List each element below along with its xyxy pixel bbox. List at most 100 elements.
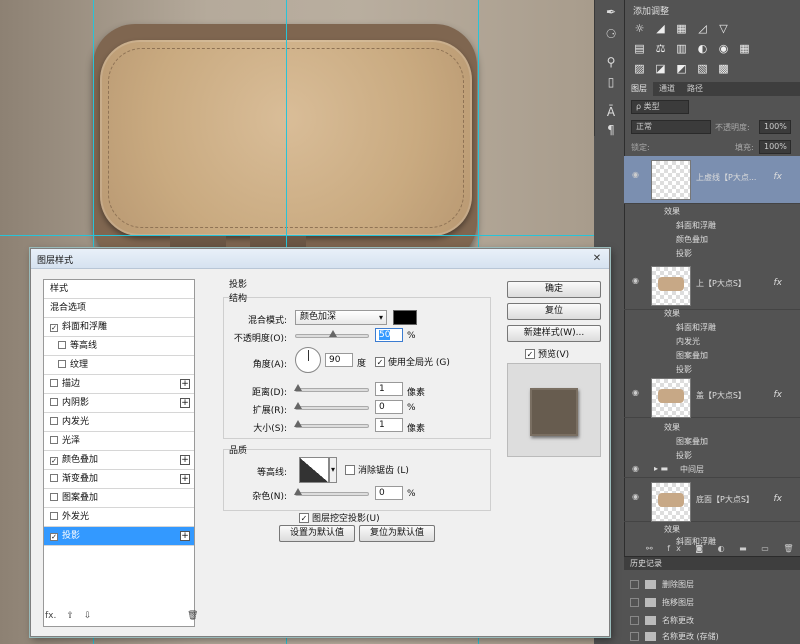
tab-paths[interactable]: 路径 — [681, 82, 709, 96]
new-style-button[interactable]: 新建样式(W)... — [507, 325, 601, 342]
style-checkbox[interactable] — [50, 436, 58, 444]
style-checkbox[interactable] — [58, 341, 66, 349]
vibrance-icon[interactable]: ▽ — [717, 22, 730, 35]
history-item[interactable]: 拖移图层 — [630, 597, 694, 608]
layer-name[interactable]: 上【P大点S】 — [696, 278, 746, 289]
layer-name[interactable]: 盖【P大点S】 — [696, 390, 746, 401]
style-checkbox[interactable] — [50, 493, 58, 501]
style-item[interactable]: 图案叠加 — [44, 489, 194, 508]
blend-mode-select[interactable]: 颜色加深 — [295, 310, 387, 325]
opacity-input[interactable]: 50 — [375, 328, 403, 342]
style-checkbox[interactable] — [50, 398, 58, 406]
channel-mixer-icon[interactable]: ◉ — [717, 42, 730, 55]
posterize-icon[interactable]: ◪ — [654, 62, 667, 75]
layer-row-top-dashed[interactable]: ◉ 上虚线【P大点... fx — [624, 156, 800, 204]
global-light-checkbox[interactable]: ✓ 使用全局光 (G) — [375, 355, 450, 368]
reset-button[interactable]: 复位 — [507, 303, 601, 320]
plus-icon[interactable]: + — [180, 398, 190, 408]
style-item[interactable]: 光泽 — [44, 432, 194, 451]
distance-input[interactable]: 1 — [375, 382, 403, 396]
layer-name[interactable]: 中间层 — [680, 464, 704, 475]
style-checkbox[interactable] — [50, 417, 58, 425]
preview-checkbox[interactable]: ✓ 预览(V) — [525, 347, 569, 360]
reset-default-button[interactable]: 复位为默认值 — [359, 525, 435, 542]
layer-effect[interactable]: 效果 — [664, 524, 680, 535]
opacity-slider-handle[interactable] — [329, 330, 337, 337]
blend-mode-select[interactable]: 正常 — [631, 120, 711, 134]
shadow-color-swatch[interactable] — [393, 310, 417, 325]
noise-input[interactable]: 0 — [375, 486, 403, 500]
threshold-icon[interactable]: ◩ — [675, 62, 688, 75]
selective-color-icon[interactable]: ▩ — [717, 62, 730, 75]
style-item[interactable]: 内阴影 + — [44, 394, 194, 413]
plus-icon[interactable]: + — [180, 379, 190, 389]
knockout-checkbox[interactable]: ✓ 图层挖空投影(U) — [299, 511, 380, 524]
style-item[interactable]: 渐变叠加 + — [44, 470, 194, 489]
noise-slider-handle[interactable] — [294, 488, 302, 495]
make-default-button[interactable]: 设置为默认值 — [279, 525, 355, 542]
eye-icon[interactable]: ◉ — [632, 492, 642, 501]
distance-slider-handle[interactable] — [294, 384, 302, 391]
layer-effect[interactable]: 图案叠加 — [676, 350, 708, 361]
move-down-icon[interactable]: ⇩ — [84, 611, 92, 621]
fx-icon[interactable]: fx — [774, 172, 783, 182]
history-title[interactable]: 历史记录 — [624, 557, 800, 570]
style-item[interactable]: 等高线 — [44, 337, 194, 356]
angle-input[interactable]: 90 — [325, 353, 353, 367]
opacity-input[interactable]: 100% — [759, 120, 791, 134]
tab-channels[interactable]: 通道 — [653, 82, 681, 96]
plus-icon[interactable]: + — [180, 474, 190, 484]
opacity-slider[interactable] — [295, 330, 369, 338]
paragraph-icon[interactable]: ¶ — [603, 122, 619, 138]
exposure-icon[interactable]: ◿ — [696, 22, 709, 35]
layer-effect[interactable]: 斜面和浮雕 — [676, 322, 716, 333]
ok-button[interactable]: 确定 — [507, 281, 601, 298]
noise-slider[interactable] — [294, 488, 369, 496]
fx-icon[interactable]: fx — [774, 390, 783, 400]
eye-icon[interactable]: ◉ — [632, 464, 642, 473]
layer-group-middle[interactable]: ◉ ▸ ▬ 中间层 — [624, 460, 800, 478]
chevron-down-icon[interactable]: ▾ — [329, 457, 337, 483]
history-item[interactable]: 名称更改 (存储) — [630, 631, 719, 642]
layer-effect[interactable]: 效果 — [664, 206, 680, 217]
hue-icon[interactable]: ▤ — [633, 42, 646, 55]
tab-layers[interactable]: 图层 — [625, 82, 653, 96]
layer-effect[interactable]: 斜面和浮雕 — [676, 220, 716, 231]
style-item[interactable]: ✓ 颜色叠加 + — [44, 451, 194, 470]
antialias-checkbox[interactable]: 消除锯齿 (L) — [345, 463, 409, 476]
angle-dial[interactable] — [295, 347, 321, 373]
photo-filter-icon[interactable]: ◐ — [696, 42, 709, 55]
fill-input[interactable]: 100% — [759, 140, 791, 154]
eye-icon[interactable]: ◉ — [632, 276, 642, 285]
history-item[interactable]: 名称更改 — [630, 615, 694, 626]
distance-slider[interactable] — [294, 384, 369, 392]
style-item[interactable]: 纹理 — [44, 356, 194, 375]
spread-slider-handle[interactable] — [294, 402, 302, 409]
contour-picker[interactable] — [299, 457, 329, 483]
layer-row-cover[interactable]: ◉ 盖【P大点S】 fx — [624, 374, 800, 418]
levels-icon[interactable]: ◢ — [654, 22, 667, 35]
style-item[interactable]: 外发光 — [44, 508, 194, 527]
style-checkbox[interactable] — [50, 512, 58, 520]
plus-icon[interactable]: + — [180, 531, 190, 541]
plus-icon[interactable]: + — [180, 455, 190, 465]
spread-slider[interactable] — [294, 402, 369, 410]
color-balance-icon[interactable]: ⚖ — [654, 42, 667, 55]
style-checkbox[interactable]: ✓ — [50, 457, 58, 465]
layer-effect[interactable]: 效果 — [664, 422, 680, 433]
shape-icon[interactable]: ▯ — [603, 74, 619, 90]
guide-horizontal[interactable] — [0, 235, 594, 236]
eye-icon[interactable]: ◉ — [632, 388, 642, 397]
layer-effect[interactable]: 效果 — [664, 308, 680, 319]
size-input[interactable]: 1 — [375, 418, 403, 432]
style-item[interactable]: ✓ 投影 + — [44, 527, 194, 546]
curves-icon[interactable]: ▦ — [675, 22, 688, 35]
style-item[interactable]: 样式 — [44, 280, 194, 299]
layer-effect[interactable]: 颜色叠加 — [676, 234, 708, 245]
style-checkbox[interactable]: ✓ — [50, 324, 58, 332]
dialog-titlebar[interactable]: 图层样式 ✕ — [31, 249, 609, 269]
style-item[interactable]: ✓ 斜面和浮雕 — [44, 318, 194, 337]
layer-effect[interactable]: 图案叠加 — [676, 436, 708, 447]
layer-filter-select[interactable]: ρ 类型 — [631, 100, 689, 114]
layer-name[interactable]: 上虚线【P大点... — [696, 172, 756, 183]
